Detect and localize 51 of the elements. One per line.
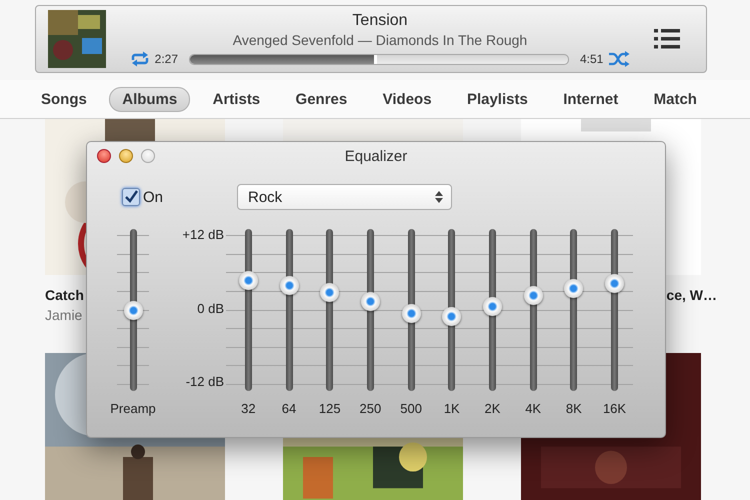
preset-dropdown[interactable]: Rock [237,184,452,210]
tab[interactable]: Videos [370,86,445,112]
band-label: 1K [444,401,460,416]
slider-thumb[interactable] [124,301,142,320]
band-label: 125 [318,401,341,416]
db-label: +12 dB [182,227,224,242]
slider-thumb[interactable] [605,274,624,293]
list-icon[interactable] [654,29,680,49]
band-label: 2K [484,401,500,416]
band-label: 64 [282,401,296,416]
close-button[interactable] [97,149,111,163]
album-title: Catch [45,286,84,305]
slider-thumb[interactable] [524,286,543,305]
slider-thumb[interactable] [402,304,421,324]
stepper-arrows-icon [435,191,443,203]
minimize-button[interactable] [119,149,133,163]
band-label: 16K [602,401,626,416]
checkbox[interactable] [122,188,140,206]
slider-thumb[interactable] [320,283,340,302]
track-title: Tension [352,11,408,31]
tab[interactable]: Match [640,86,710,112]
elapsed-time: 2:27 [154,52,178,66]
window-title: Equalizer [344,148,408,164]
slider-thumb[interactable] [482,296,502,316]
track-artist-album: Avenged Sevenfold — Diamonds In The Rough [232,31,528,49]
slider-thumb[interactable] [442,306,462,326]
album-artist: Jamie [45,306,82,325]
band-label: 500 [400,401,422,416]
tab[interactable]: Genres [282,86,360,112]
tab[interactable]: Artists [200,86,274,112]
shuffle-icon[interactable] [608,51,630,67]
slider-thumb[interactable] [280,276,299,296]
progress-bar[interactable] [189,54,569,64]
slider-thumb[interactable] [564,278,584,298]
checkbox-label: On [143,188,164,206]
band-label: 4K [525,401,542,416]
band-label: 250 [360,401,382,416]
tab[interactable]: Albums [109,86,190,112]
band-label: 32 [241,401,256,416]
db-label: 0 dB [197,300,224,316]
slider-label: Preamp [110,401,156,416]
band-label: 8K [566,401,582,416]
tab[interactable]: Playlists [454,86,541,112]
db-label: -12 dB [186,374,224,389]
album-title: ce, W… [666,286,717,305]
slider-thumb[interactable] [360,292,380,311]
tab[interactable]: Internet [550,86,632,112]
tab[interactable]: Songs [28,86,100,112]
repeat-icon[interactable] [130,51,150,67]
slider-thumb[interactable] [238,271,258,290]
duration-time: 4:51 [580,52,604,66]
